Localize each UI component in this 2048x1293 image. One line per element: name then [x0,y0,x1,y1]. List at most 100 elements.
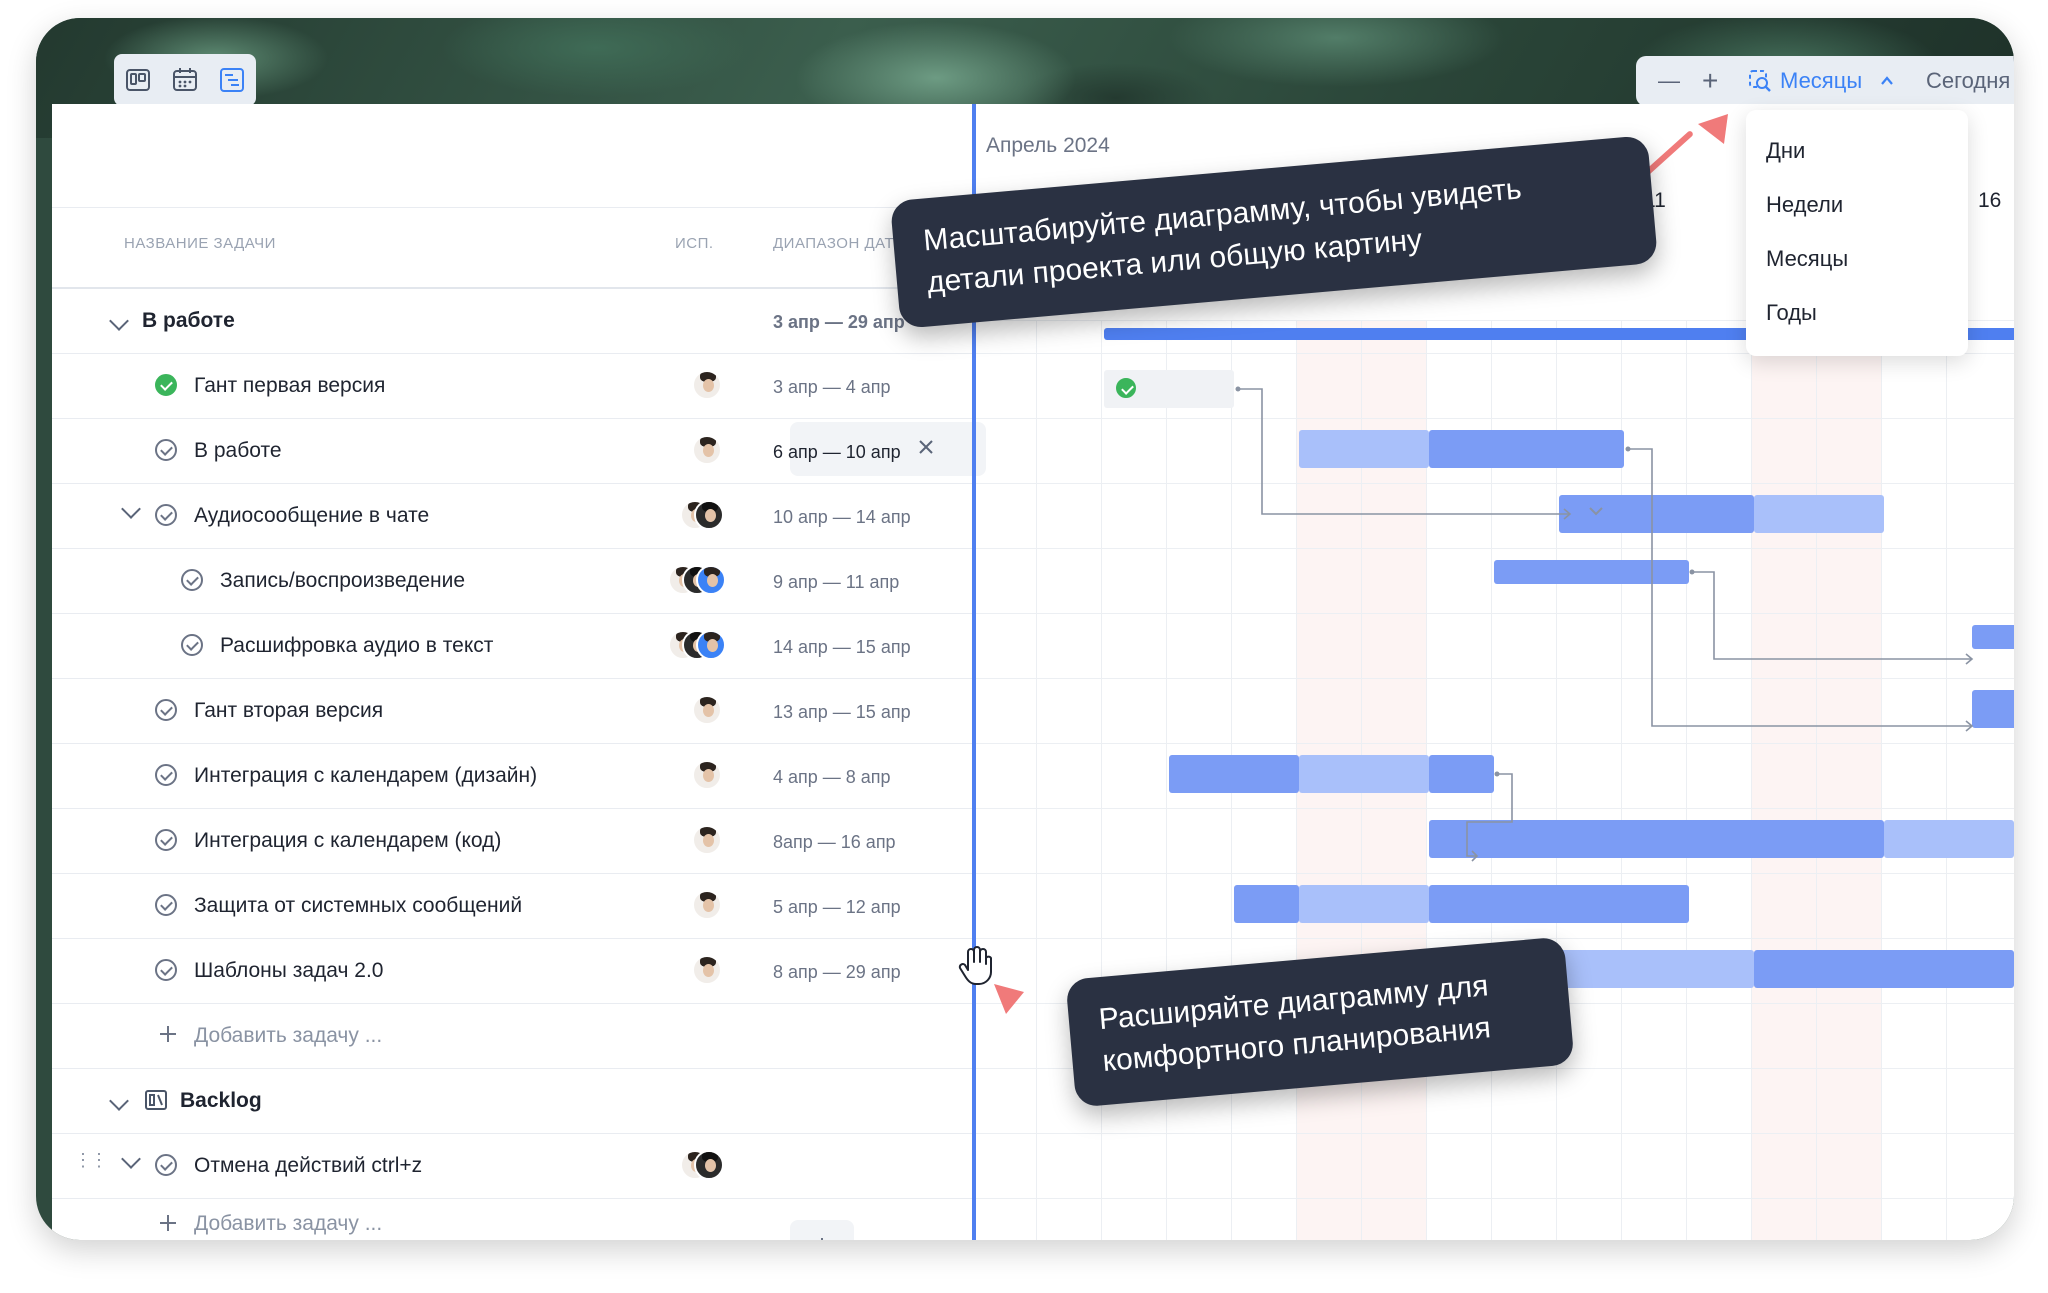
scale-selector[interactable]: Месяцы [1780,56,1862,106]
avatar[interactable] [692,435,722,465]
hand-cursor-icon [958,946,992,991]
task-range[interactable]: 14 апр — 15 апр [773,637,911,658]
column-header-assignee[interactable]: ИСП. [675,235,714,252]
app-window: — + Месяцы Сегодня НАЗВАНИЕ ЗАДАЧИ ИСП. … [36,18,2014,1240]
task-range[interactable]: 4 апр — 8 апр [773,767,891,788]
task-range[interactable]: 13 апр — 15 апр [773,702,911,723]
divider [52,548,972,549]
divider [52,353,972,354]
check-icon[interactable] [155,1154,177,1176]
divider [52,207,972,208]
scale-option-years[interactable]: Годы [1766,300,1817,326]
completed-check-icon[interactable] [155,374,177,396]
chevron-up-icon[interactable] [1879,56,1895,106]
check-icon[interactable] [181,634,203,656]
check-icon[interactable] [181,569,203,591]
divider [52,483,972,484]
avatar[interactable] [696,565,726,595]
task-name[interactable]: В работе [194,439,282,463]
avatar[interactable] [692,825,722,855]
plus-icon[interactable] [158,1213,178,1238]
task-name[interactable]: Интеграция с календарем (дизайн) [194,764,537,788]
task-range[interactable]: 9 апр — 11 апр [773,572,899,593]
board-icon [125,69,150,91]
task-name[interactable]: Интеграция с календарем (код) [194,829,501,853]
task-name[interactable]: Шаблоны задач 2.0 [194,959,383,983]
divider [52,1003,972,1004]
check-icon[interactable] [155,894,177,916]
add-task-button[interactable]: Добавить задачу ... [194,1212,382,1236]
task-name[interactable]: Гант первая версия [194,374,385,398]
zoom-scale-icon [1748,56,1772,106]
group-label-in-progress[interactable]: В работе [142,309,235,333]
avatar[interactable] [692,955,722,985]
avatar[interactable] [694,1150,724,1180]
task-range[interactable]: 6 апр — 10 апр [773,442,901,463]
check-icon[interactable] [155,829,177,851]
board-view-button[interactable] [122,64,154,96]
chevron-down-icon[interactable] [109,1091,129,1111]
scale-dropdown: Дни Недели Месяцы Годы [1746,110,1968,356]
column-header-range[interactable]: ДИАПАЗОН ДАТ [773,235,913,252]
task-name[interactable]: Запись/воспроизведение [220,569,465,593]
divider [52,873,972,874]
group-range: 3 апр — 29 апр [773,312,905,332]
scale-option-months[interactable]: Месяцы [1766,246,1848,272]
column-header-name[interactable]: НАЗВАНИЕ ЗАДАЧИ [124,235,276,252]
board-icon [144,1088,168,1117]
scale-option-weeks[interactable]: Недели [1766,192,1843,218]
view-switcher [114,54,256,106]
avatar[interactable] [692,890,722,920]
task-range[interactable]: 8 апр — 29 апр [773,962,901,983]
check-icon[interactable] [155,764,177,786]
arrow-head [1698,114,1728,144]
check-icon[interactable] [155,699,177,721]
zoom-out-button[interactable]: — [1658,56,1680,106]
scale-option-days[interactable]: Дни [1766,138,1805,164]
task-name[interactable]: Защита от системных сообщений [194,894,522,918]
divider [52,808,972,809]
task-range[interactable]: 3 апр — 4 апр [773,377,891,398]
divider [52,938,972,939]
task-list-panel: НАЗВАНИЕ ЗАДАЧИ ИСП. ДИАПАЗОН ДАТ В рабо… [52,104,986,1240]
avatar[interactable] [692,760,722,790]
divider [52,678,972,679]
arrow-head [994,984,1024,1014]
check-icon[interactable] [155,504,177,526]
avatar[interactable] [696,630,726,660]
avatar[interactable] [694,500,724,530]
zoom-toolbar: — + Месяцы Сегодня [1636,56,2014,106]
group-label-backlog[interactable]: Backlog [180,1089,262,1113]
divider [52,743,972,744]
zoom-in-button[interactable]: + [1702,56,1718,106]
task-range[interactable]: 8апр — 16 апр [773,832,896,853]
check-icon[interactable] [155,439,177,461]
divider [52,1133,972,1134]
gantt-view-button[interactable] [216,64,248,96]
task-name[interactable]: Аудиосообщение в чате [194,504,429,528]
divider [52,613,972,614]
divider [52,1068,972,1069]
chevron-down-icon[interactable] [121,499,141,519]
chevron-down-icon[interactable] [121,1149,141,1169]
clear-icon[interactable] [916,437,936,462]
task-name[interactable]: Гант вторая версия [194,699,383,723]
drag-handle-icon[interactable]: ⋮⋮ [74,1150,108,1171]
task-name[interactable]: Расшифровка аудио в текст [220,634,493,658]
gantt-icon [220,68,245,92]
avatar[interactable] [692,695,722,725]
divider [52,418,972,419]
today-button[interactable]: Сегодня [1926,56,2010,106]
task-range[interactable]: 5 апр — 12 апр [773,897,901,918]
chevron-down-icon[interactable] [109,311,129,331]
check-icon[interactable] [155,959,177,981]
divider [52,1198,972,1199]
add-task-button[interactable]: Добавить задачу ... [194,1024,382,1048]
calendar-icon [172,68,197,91]
task-name[interactable]: Отмена действий ctrl+z [194,1154,422,1178]
calendar-view-button[interactable] [169,64,201,96]
plus-icon[interactable] [812,1236,832,1240]
task-range[interactable]: 10 апр — 14 апр [773,507,911,528]
avatar[interactable] [692,370,722,400]
plus-icon[interactable] [158,1024,178,1049]
